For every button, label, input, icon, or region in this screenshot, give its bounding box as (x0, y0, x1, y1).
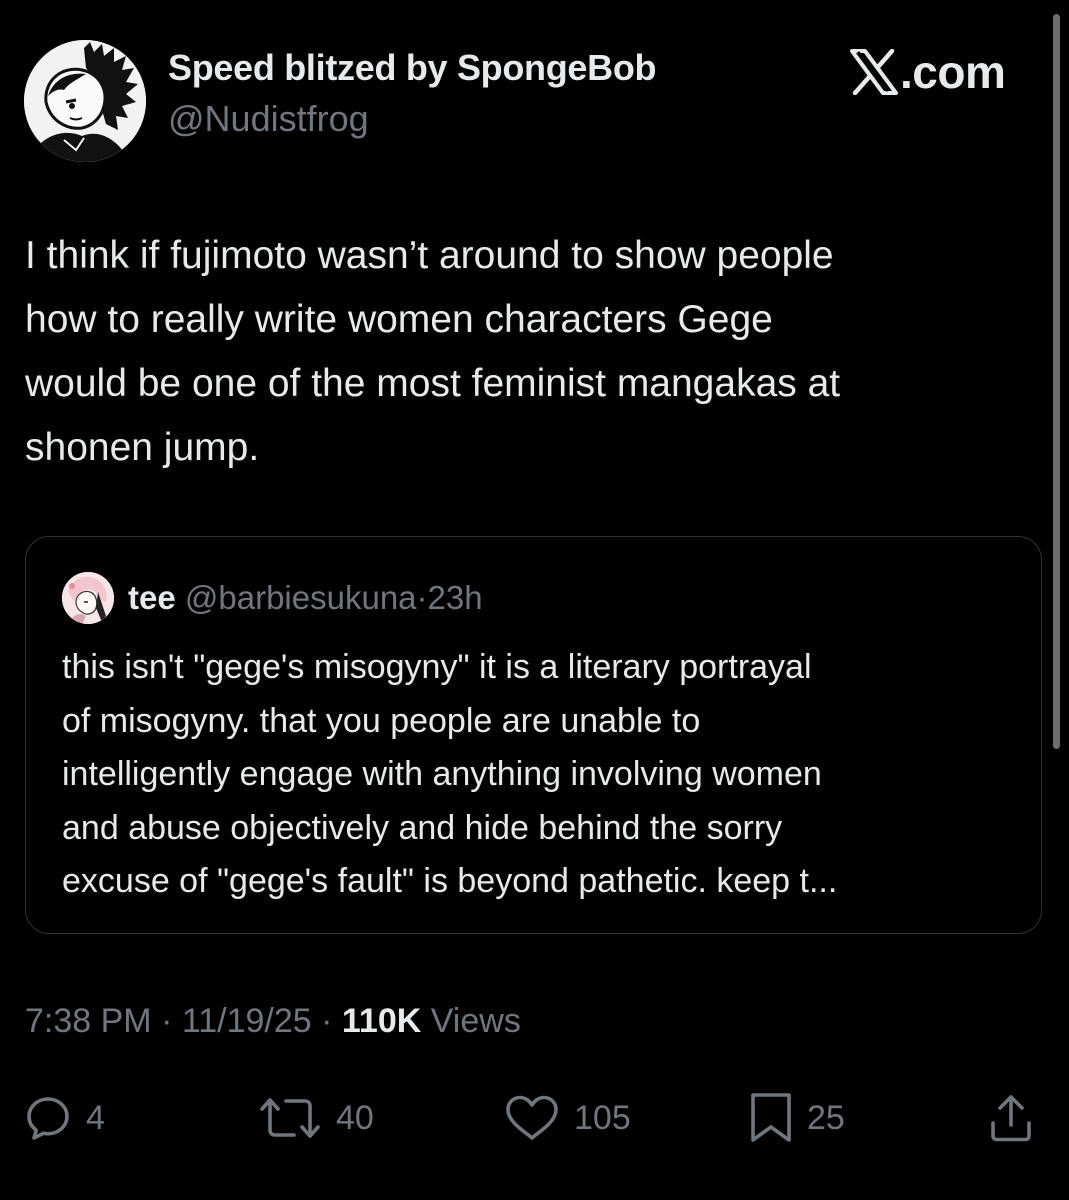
author-display-name[interactable]: Speed blitzed by SpongeBob (168, 47, 657, 89)
quote-text: this isn't "gege's misogyny" it is a lit… (62, 648, 838, 900)
views-count: 110K (341, 1002, 422, 1040)
repost-count: 40 (336, 1098, 374, 1137)
repost-button[interactable]: 40 (258, 1092, 374, 1144)
repost-icon (258, 1094, 322, 1142)
bookmark-count: 25 (807, 1098, 845, 1137)
tweet-time[interactable]: 7:38 PM (25, 1002, 152, 1040)
share-button[interactable] (987, 1092, 1035, 1144)
tweet-date[interactable]: 11/19/25 (182, 1002, 312, 1040)
reply-button[interactable]: 4 (24, 1092, 105, 1144)
quote-author-handle[interactable]: @barbiesukuna (185, 579, 417, 616)
quote-header: tee @barbiesukuna·23h (128, 579, 483, 617)
quote-author-avatar[interactable] (62, 572, 114, 624)
x-com-brand: .com (850, 44, 1006, 100)
reply-count: 4 (86, 1098, 105, 1137)
like-count: 105 (574, 1098, 631, 1137)
bookmark-icon (749, 1092, 793, 1144)
x-logo-icon (850, 49, 898, 95)
scrollbar[interactable] (1053, 14, 1060, 749)
quoted-tweet-card[interactable]: tee @barbiesukuna·23h this isn't "gege's… (25, 536, 1042, 934)
manga-character-avatar (24, 40, 146, 162)
quote-timestamp[interactable]: 23h (428, 579, 483, 616)
tweet-metadata: 7:38 PM · 11/19/25 · 110K Views (25, 1002, 521, 1041)
reply-icon (24, 1094, 72, 1142)
author-avatar[interactable] (24, 40, 146, 162)
share-icon (987, 1093, 1035, 1143)
meta-separator: · (151, 1002, 182, 1040)
views-label: Views (421, 1002, 521, 1040)
bookmark-button[interactable]: 25 (749, 1092, 845, 1144)
heart-icon (504, 1094, 560, 1142)
brand-text: .com (900, 46, 1006, 98)
anime-character-avatar (62, 572, 114, 624)
like-button[interactable]: 105 (504, 1092, 631, 1144)
tweet-text: I think if fujimoto wasn’t around to sho… (25, 234, 841, 469)
author-handle[interactable]: @Nudistfrog (168, 98, 369, 140)
quote-separator: · (416, 579, 428, 616)
meta-separator: · (311, 1002, 342, 1040)
quote-author-name[interactable]: tee (128, 579, 176, 616)
